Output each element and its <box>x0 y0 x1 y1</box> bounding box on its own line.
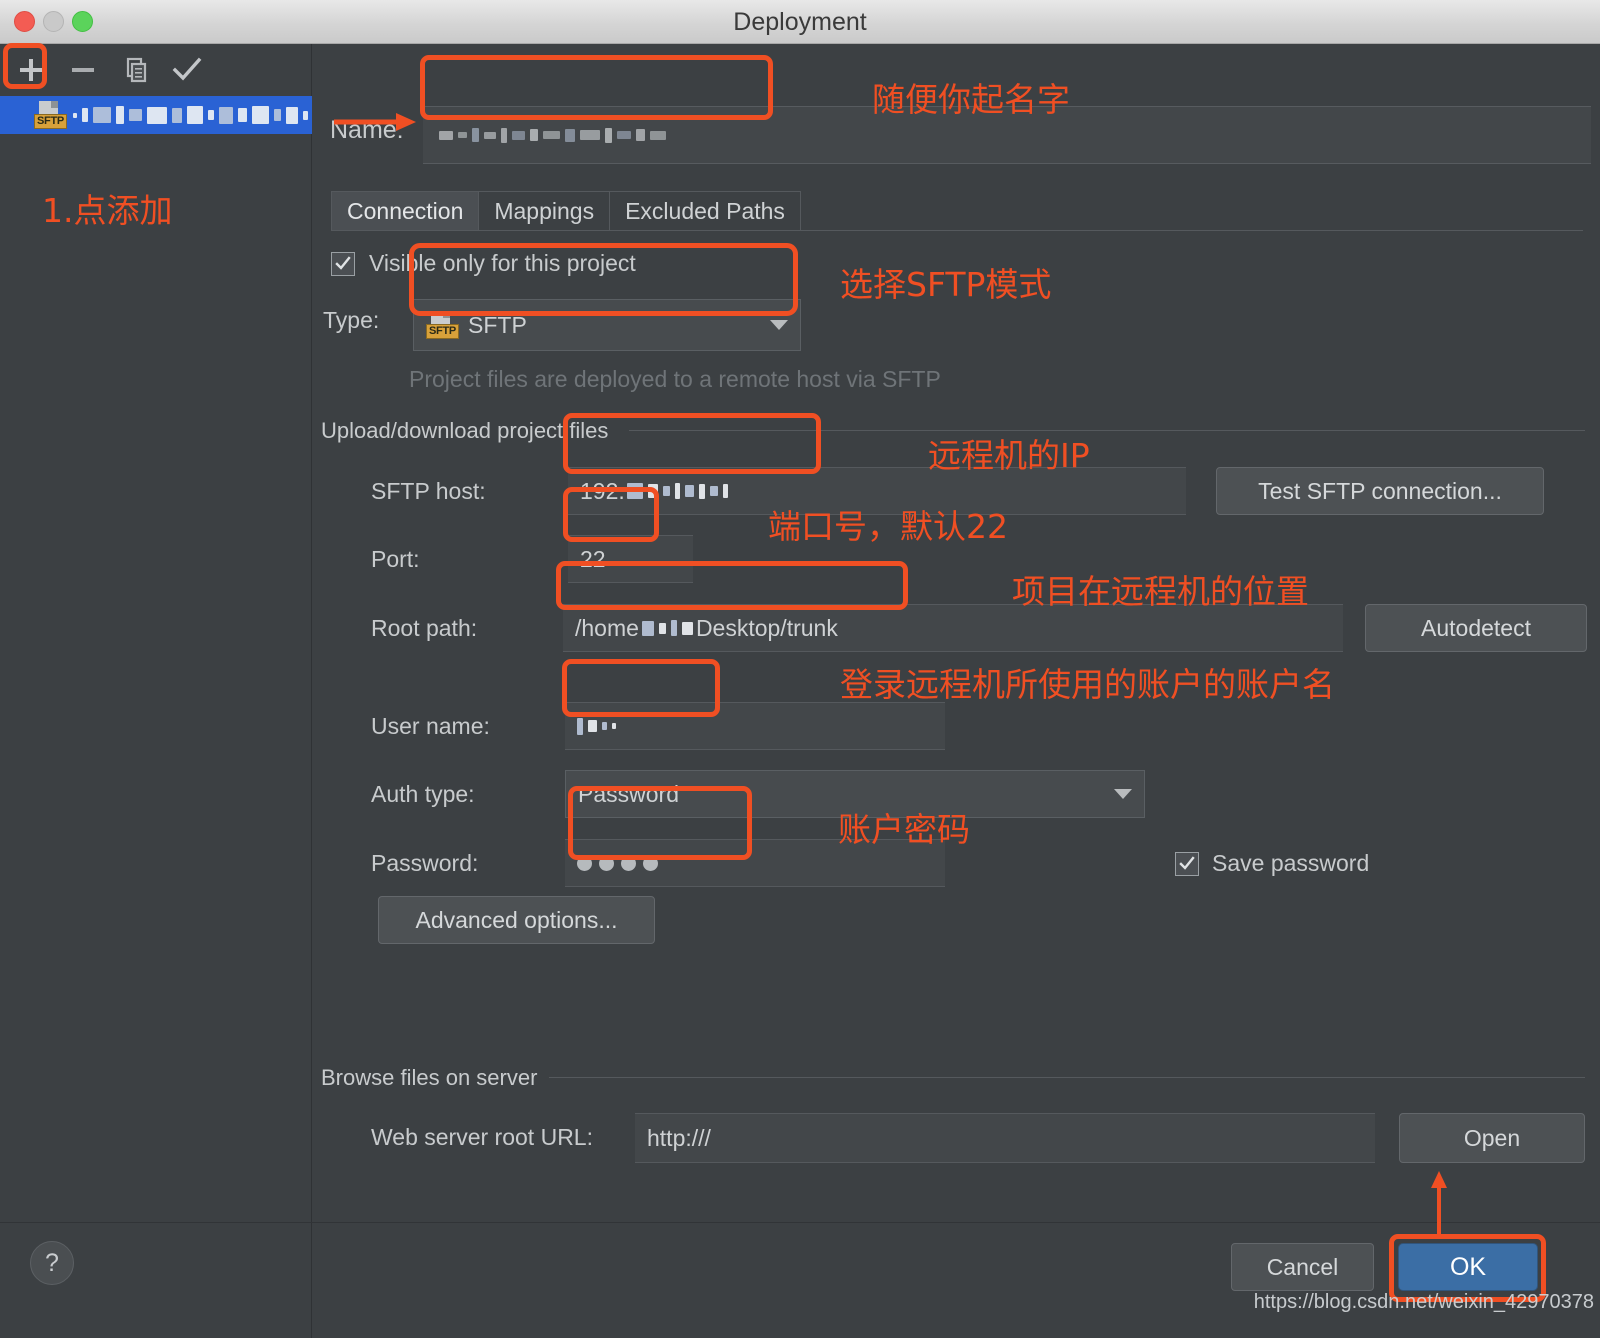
sftp-host-value-redacted <box>626 480 728 502</box>
window-title: Deployment <box>733 8 867 36</box>
type-hint: Project files are deployed to a remote h… <box>409 366 941 392</box>
tab-connection[interactable]: Connection <box>331 191 480 231</box>
sftp-host-label: SFTP host: <box>371 478 486 504</box>
visible-only-row[interactable]: Visible only for this project <box>331 250 636 277</box>
type-select[interactable]: SFTP SFTP <box>413 299 801 351</box>
arrow-to-ok-button <box>1431 1171 1447 1234</box>
browse-section-divider <box>549 1077 1585 1078</box>
user-name-value-redacted <box>577 715 616 737</box>
upload-section-title: Upload/download project files <box>321 418 609 443</box>
save-password-label: Save password <box>1212 850 1370 876</box>
user-name-label: User name: <box>371 713 490 739</box>
annotation-host: 远程机的IP <box>928 436 1090 475</box>
type-label: Type: <box>323 307 380 333</box>
user-name-input[interactable] <box>565 702 945 750</box>
annotation-add-step: 1.点添加 <box>42 191 173 230</box>
set-default-server-button[interactable] <box>164 48 210 92</box>
name-value-redacted <box>439 124 666 146</box>
sidebar-toolbar <box>0 44 312 96</box>
cancel-button[interactable]: Cancel <box>1231 1243 1374 1291</box>
type-value: SFTP <box>468 311 527 338</box>
add-server-button[interactable] <box>8 48 54 92</box>
annotation-port: 端口号，默认22 <box>768 507 1008 546</box>
list-item[interactable]: SFTP <box>0 96 341 134</box>
visible-only-label: Visible only for this project <box>369 250 636 276</box>
visible-only-checkbox[interactable] <box>331 251 355 276</box>
port-input[interactable]: 22 <box>568 535 693 583</box>
root-path-value-tail: Desktop/trunk <box>695 614 838 641</box>
ok-button[interactable]: OK <box>1398 1243 1538 1291</box>
annotation-password: 账户密码 <box>838 810 970 849</box>
save-password-row[interactable]: Save password <box>1175 850 1369 877</box>
arrow-to-name-field <box>334 113 416 131</box>
server-name-redacted <box>73 104 341 126</box>
advanced-options-button[interactable]: Advanced options... <box>378 896 655 944</box>
settings-tabs: Connection Mappings Excluded Paths <box>331 191 801 231</box>
test-sftp-connection-button[interactable]: Test SFTP connection... <box>1216 467 1544 515</box>
sftp-host-value: 192. <box>580 477 625 504</box>
sftp-server-icon: SFTP <box>34 101 67 129</box>
chevron-down-icon <box>770 320 788 330</box>
watermark: https://blog.csdn.net/weixin_42970378 <box>1253 1291 1594 1313</box>
annotation-type: 选择SFTP模式 <box>840 265 1052 304</box>
title-bar: Deployment <box>0 0 1600 44</box>
upload-section-divider <box>629 430 1585 431</box>
tabs-underline <box>331 230 1583 231</box>
annotation-user-name: 登录远程机所使用的账户的账户名 <box>840 665 1335 704</box>
root-path-label: Root path: <box>371 615 478 641</box>
autodetect-button[interactable]: Autodetect <box>1365 604 1587 652</box>
annotation-root-path: 项目在远程机的位置 <box>1012 572 1309 611</box>
footer-divider <box>0 1222 1600 1223</box>
annotation-name: 随便你起名字 <box>872 80 1070 119</box>
root-path-value-redacted <box>641 617 693 639</box>
auth-type-label: Auth type: <box>371 781 475 807</box>
web-server-url-input[interactable]: http:/// <box>635 1113 1375 1163</box>
copy-server-button[interactable] <box>112 48 158 92</box>
password-label: Password: <box>371 850 479 876</box>
deployment-dialog: Deployment SFTP 1.点添加 Name: Connection M… <box>0 0 1600 1338</box>
save-password-checkbox[interactable] <box>1175 851 1199 876</box>
open-url-button[interactable]: Open <box>1399 1113 1585 1163</box>
browse-section-title: Browse files on server <box>321 1065 538 1090</box>
web-server-url-label: Web server root URL: <box>371 1124 593 1150</box>
remove-server-button[interactable] <box>60 48 106 92</box>
chevron-down-icon <box>1114 789 1132 799</box>
auth-type-value: Password <box>578 780 679 807</box>
tab-excluded-paths[interactable]: Excluded Paths <box>610 191 801 231</box>
type-row: Type: <box>323 307 413 334</box>
server-list-sidebar: SFTP 1.点添加 <box>0 44 341 1338</box>
server-list: SFTP <box>0 96 341 134</box>
sftp-type-icon: SFTP <box>426 311 459 339</box>
help-button[interactable]: ? <box>30 1241 74 1285</box>
port-label: Port: <box>371 546 420 572</box>
root-path-value-head: /home <box>575 614 639 641</box>
password-masked-value <box>577 855 658 871</box>
tab-mappings[interactable]: Mappings <box>479 191 611 231</box>
